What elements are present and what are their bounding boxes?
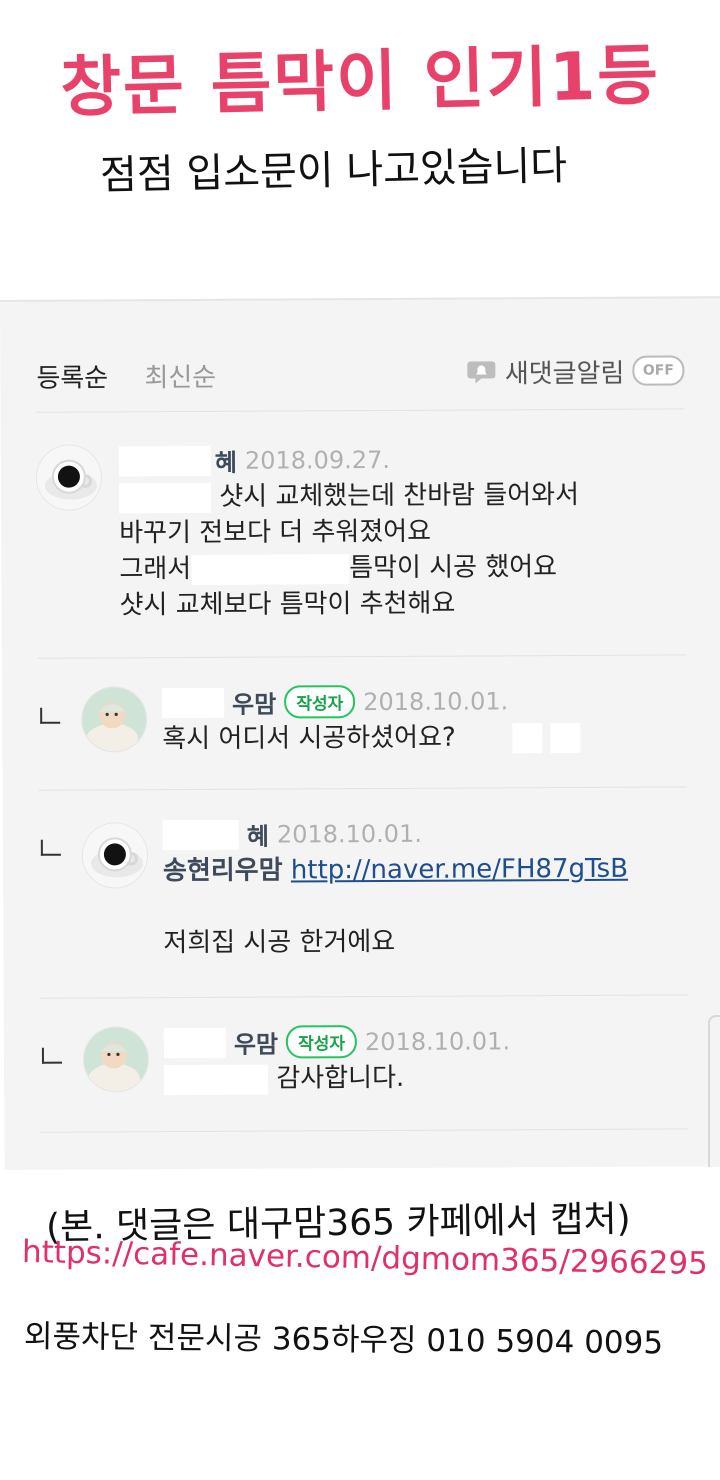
new-comment-notify[interactable]: 새댓글알림 OFF [467,352,685,389]
redacted-block [164,1064,269,1095]
comment-nickname[interactable]: 우맘 [232,685,276,720]
redacted-block [191,553,350,585]
comments-panel: 등록순 최신순 새댓글알림 OFF 혜 2018.09.27. 샷시 교체했는데… [0,296,720,1170]
baby-photo-avatar[interactable] [83,1027,149,1092]
comment-body: 송현리우맘 http://naver.me/FH87gTsB 저희집 시공 한거… [163,851,629,961]
comment-body: 샷시 교체했는데 찬바람 들어와서 바꾸기 전보다 더 추워졌어요 그래서 틈막이… [118,477,580,623]
comment-nickname[interactable]: 우맘 [234,1025,278,1060]
notify-toggle[interactable]: OFF [632,355,685,386]
comment-meta: 혜 2018.09.27. [118,442,391,478]
redacted-block [118,482,212,513]
redacted-block [162,687,225,718]
comment-meta: 우맘 작성자 2018.10.01. [162,683,508,720]
author-badge: 작성자 [285,1025,358,1059]
redacted-block [162,819,239,850]
comment-nickname[interactable]: 혜 [215,443,237,478]
reply-item: 우맘 작성자 2018.10.01. 감사합니다. [39,994,689,1133]
baby-photo-icon [83,1027,149,1092]
comment-line: 감사합니다. [276,1062,405,1094]
comment-item: 혜 2018.09.27. 샷시 교체했는데 찬바람 들어와서 바꾸기 전보다 … [36,408,686,659]
comment-line: 저희집 시공 한거에요 [163,926,396,959]
comment-meta: 우맘 작성자 2018.10.01. [163,1023,511,1060]
contact-info: 외풍차단 전문시공 365하우징 010 5904 0095 [23,1318,664,1362]
redacted-block [511,722,543,753]
coffee-cup-avatar[interactable] [82,823,148,888]
comment-body: 감사합니다. [164,1060,404,1097]
coffee-cup-icon [82,823,148,888]
reply-arrow-icon [40,707,61,724]
comment-line: 혹시 어디서 시공하셨어요? [162,722,456,755]
comment-line: 바꾸기 전보다 더 추워졌어요 [119,516,432,549]
redacted-block [118,445,211,476]
reply-item: 혜 2018.10.01. 송현리우맘 http://naver.me/FH87… [38,786,688,999]
sort-bar: 등록순 최신순 새댓글알림 OFF [36,338,685,413]
reply-item: 우맘 작성자 2018.10.01. 혹시 어디서 시공하셨어요? [37,654,687,791]
shared-link[interactable]: http://naver.me/FH87gTsB [291,854,628,886]
coffee-cup-avatar[interactable] [36,445,102,510]
reply-arrow-icon [40,839,61,856]
comment-nickname[interactable]: 혜 [247,817,269,852]
author-badge: 작성자 [284,685,356,719]
notify-label: 새댓글알림 [504,358,625,389]
tab-registered-order[interactable]: 등록순 [36,357,108,394]
mention-nickname[interactable]: 송현리우맘 [163,856,283,887]
headline: 창문 틈막이 인기1등 [59,36,661,127]
baby-photo-icon [82,687,147,752]
comment-line: 샷시 교체보다 틈막이 추천해요 [119,588,456,621]
speech-bubble-bell-icon [467,361,496,384]
redacted-block [163,1027,226,1058]
tab-latest-order[interactable]: 최신순 [144,357,216,394]
redacted-block [550,722,581,753]
coffee-cup-icon [36,445,102,510]
comment-date: 2018.10.01. [364,1026,511,1056]
subheadline: 점점 입소문이 나고있습니다 [99,143,568,199]
reply-arrow-icon [41,1047,62,1064]
baby-photo-avatar[interactable] [82,687,147,752]
comment-date: 2018.10.01. [276,819,423,849]
scroll-edge [708,1015,720,1167]
comment-date: 2018.10.01. [363,686,509,716]
comment-meta: 혜 2018.10.01. [162,816,423,852]
comment-line: 샷시 교체했는데 찬바람 들어와서 [219,479,580,512]
comment-line: 틈막이 시공 했어요 [349,552,558,584]
comment-body: 혹시 어디서 시공하셨어요? [162,719,581,757]
comment-date: 2018.09.27. [244,445,391,475]
comment-line: 그래서 [119,554,192,585]
